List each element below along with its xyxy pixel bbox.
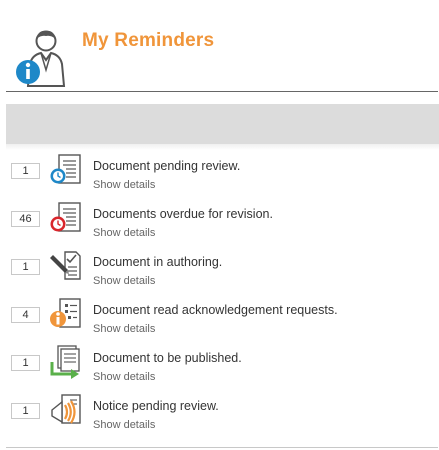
footer-divider	[6, 447, 438, 448]
megaphone-notice-icon	[51, 394, 81, 424]
publish-document-icon	[50, 345, 80, 379]
reminder-row: 46 Documents overdue for revision. Show …	[0, 198, 439, 244]
reminder-row: 1 Document pending review. Show details	[0, 150, 439, 196]
reminder-count-badge: 1	[11, 163, 40, 179]
reminder-title: Document read acknowledgement requests.	[93, 303, 338, 317]
toolbar-bar	[6, 104, 439, 144]
clock-red-document-icon	[50, 202, 81, 232]
reminder-count-badge: 1	[11, 403, 40, 419]
reminder-row: 1 Notice pending review. Show details	[0, 390, 439, 436]
reminder-title: Document pending review.	[93, 159, 241, 173]
show-details-link[interactable]: Show details	[93, 227, 155, 239]
show-details-link[interactable]: Show details	[93, 419, 155, 431]
reminder-row: 1 Document in authoring. Show details	[0, 246, 439, 292]
reminder-title: Notice pending review.	[93, 399, 219, 413]
reminder-title: Document to be published.	[93, 351, 242, 365]
reminder-count-badge: 4	[11, 307, 40, 323]
reminder-title: Documents overdue for revision.	[93, 207, 273, 221]
show-details-link[interactable]: Show details	[93, 371, 155, 383]
header-divider	[6, 91, 438, 92]
pen-checklist-icon	[50, 251, 81, 280]
reminder-row: 1 Document to be published. Show details	[0, 342, 439, 388]
page-title: My Reminders	[82, 30, 215, 51]
show-details-link[interactable]: Show details	[93, 179, 155, 191]
reminders-header: My Reminders	[0, 0, 439, 92]
show-details-link[interactable]: Show details	[93, 323, 155, 335]
reminder-count-badge: 1	[11, 259, 40, 275]
user-info-icon	[16, 30, 66, 87]
reminder-count-badge: 46	[11, 211, 40, 227]
show-details-link[interactable]: Show details	[93, 275, 155, 287]
reminder-row: 4 Document read acknowledgement requests…	[0, 294, 439, 340]
reminder-count-badge: 1	[11, 355, 40, 371]
info-document-icon	[50, 298, 81, 328]
reminder-title: Document in authoring.	[93, 255, 223, 269]
clock-blue-document-icon	[50, 154, 81, 184]
